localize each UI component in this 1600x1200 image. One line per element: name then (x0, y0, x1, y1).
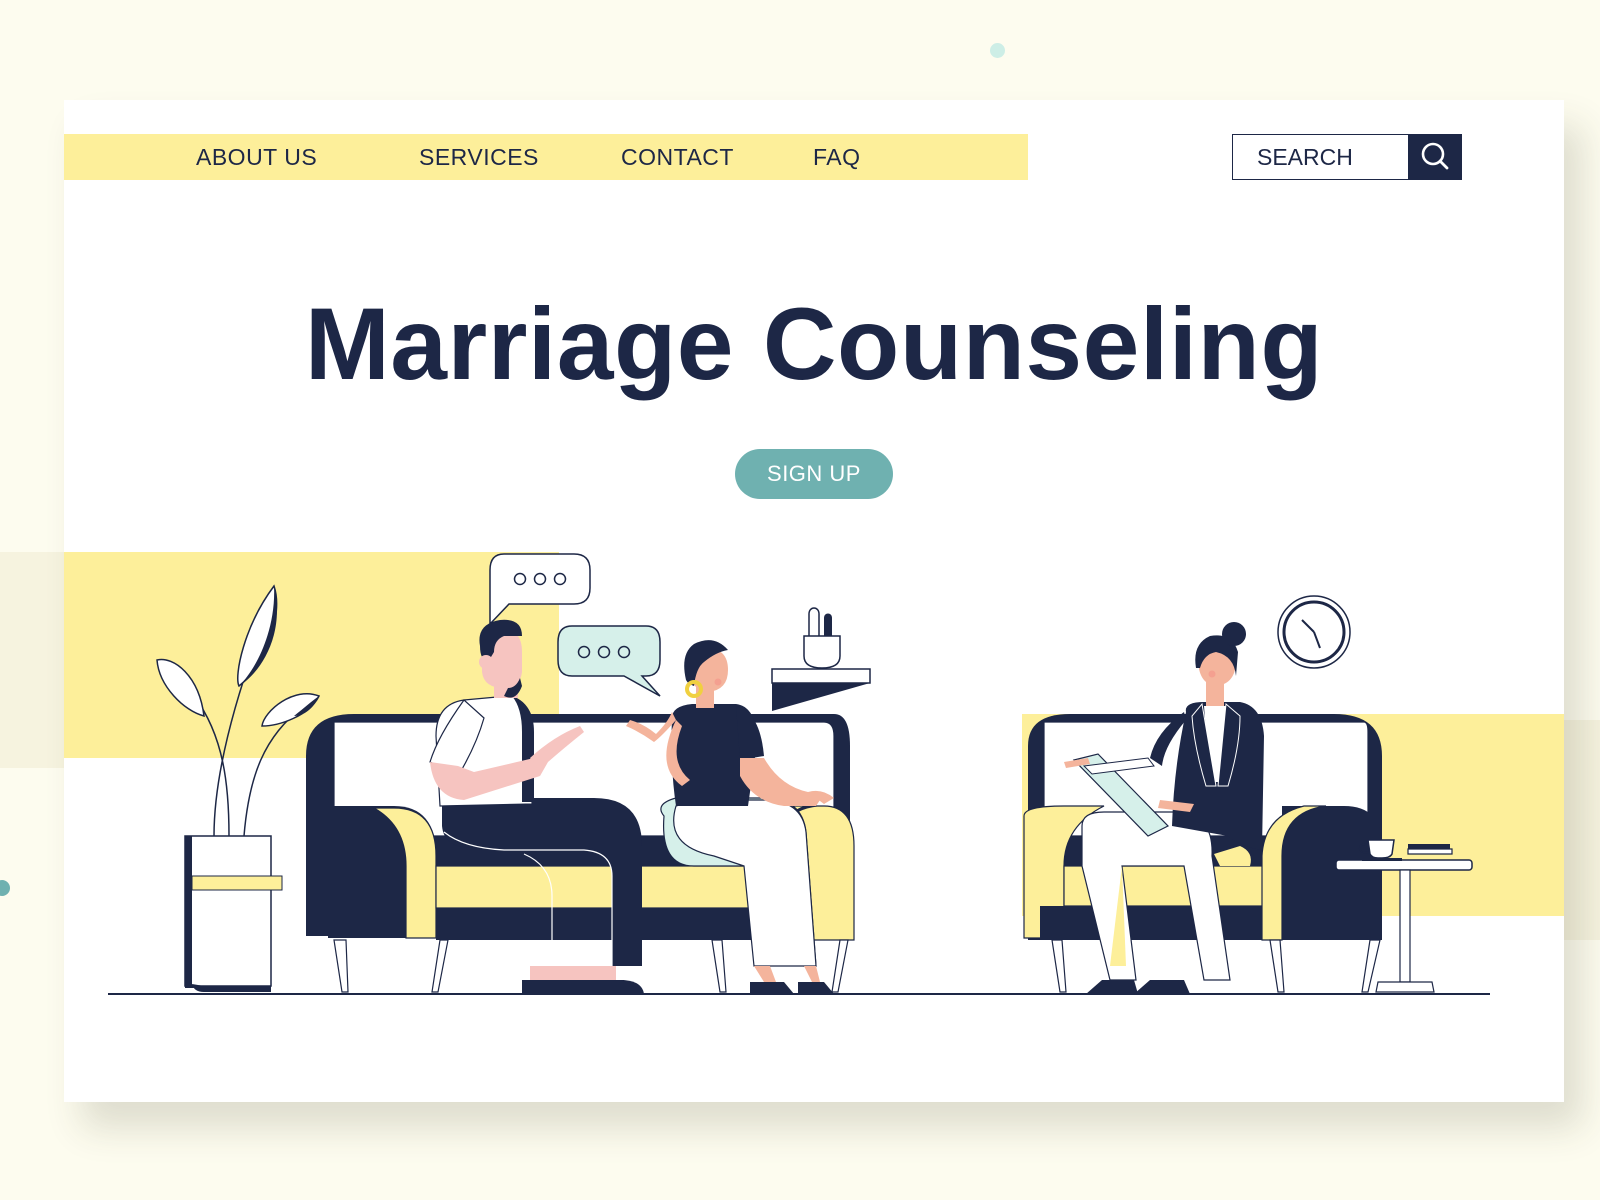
decorative-dot (0, 880, 10, 896)
decorative-dot (990, 43, 1005, 58)
search-input[interactable] (1232, 134, 1408, 180)
nav-link-faq[interactable]: FAQ (813, 134, 861, 180)
search-button[interactable] (1408, 134, 1462, 180)
clock-icon (1277, 595, 1351, 669)
search-box (1232, 134, 1462, 180)
landing-page-card: ABOUT US SERVICES CONTACT FAQ Marriage C… (64, 100, 1564, 1102)
top-nav: ABOUT US SERVICES CONTACT FAQ (64, 134, 1028, 180)
page-title: Marriage Counseling (304, 287, 1324, 401)
decorative-band (1560, 720, 1600, 940)
decorative-band (0, 552, 70, 768)
nav-link-services[interactable]: SERVICES (419, 134, 539, 180)
counseling-illustration (64, 552, 1564, 995)
sign-up-button[interactable]: SIGN UP (735, 449, 893, 499)
speech-bubble-icon (557, 625, 661, 697)
wall-shelf (771, 607, 871, 711)
nav-link-about-us[interactable]: ABOUT US (196, 134, 317, 180)
nav-link-contact[interactable]: CONTACT (621, 134, 734, 180)
search-icon (1421, 142, 1449, 170)
